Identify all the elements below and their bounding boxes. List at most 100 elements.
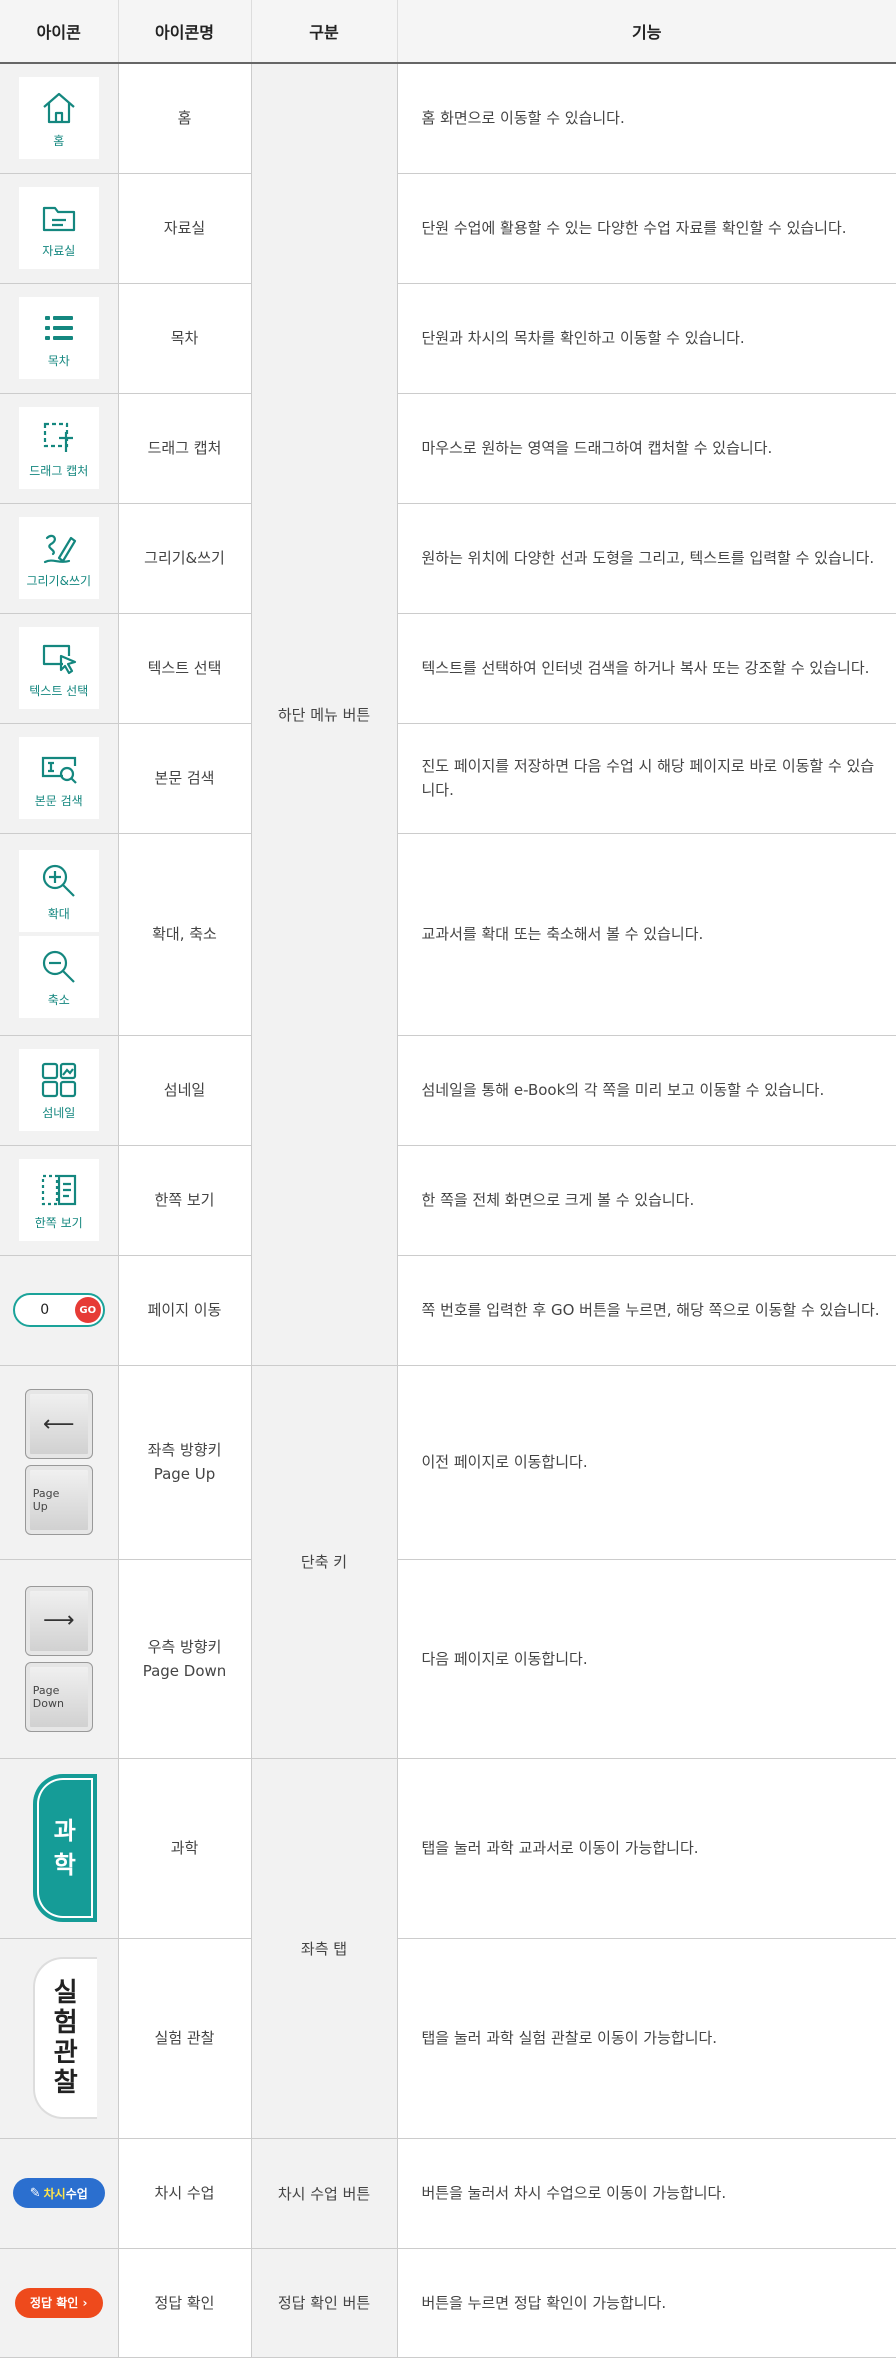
- function-desc: 원하는 위치에 다양한 선과 도형을 그리고, 텍스트를 입력할 수 있습니다.: [396, 503, 896, 614]
- icon-name: 목차: [117, 283, 251, 394]
- icon-caption: 목차: [47, 353, 70, 368]
- function-desc: 단원 수업에 활용할 수 있는 다양한 수업 자료를 확인할 수 있습니다.: [396, 173, 896, 284]
- lesson-button[interactable]: ✎ 차시 수업: [12, 2178, 105, 2208]
- header-icon: 아이콘: [0, 0, 118, 64]
- zoom-in-icon: [42, 864, 75, 897]
- zoom-out-icon: [42, 950, 75, 983]
- function-desc: 진도 페이지를 저장하면 다음 수업 시 해당 페이지로 바로 이동할 수 있습…: [396, 723, 896, 834]
- experiment-tab[interactable]: 실험관찰: [32, 1957, 97, 2119]
- icon-reference-table: 아이콘 아이콘명 구분 기능 홈 홈 하단 메뉴 버튼 홈 화면으로 이동할 수…: [0, 0, 896, 2358]
- header-function: 기능: [396, 0, 896, 64]
- archive-button[interactable]: 자료실: [18, 187, 99, 269]
- category-lesson: 차시 수업 버튼: [250, 2138, 397, 2249]
- table-row: 정답 확인 › 정답 확인 정답 확인 버튼 버튼을 누르면 정답 확인이 가능…: [0, 2248, 896, 2358]
- icon-name: 과학: [117, 1758, 251, 1939]
- function-desc: 이전 페이지로 이동합니다.: [396, 1365, 896, 1560]
- zoom-in-button[interactable]: 확대: [18, 850, 99, 932]
- table-row: 본문 검색 본문 검색 진도 페이지를 저장하면 다음 수업 시 해당 페이지로…: [0, 723, 896, 834]
- table-row: 한쪽 보기 한쪽 보기 한 쪽을 전체 화면으로 크게 볼 수 있습니다.: [0, 1145, 896, 1256]
- thumbnail-icon: [41, 1062, 76, 1097]
- table-row: 목차 목차 단원과 차시의 목차를 확인하고 이동할 수 있습니다.: [0, 283, 896, 394]
- icon-name-sub: Page Down: [142, 1661, 227, 1680]
- icon-name: 한쪽 보기: [117, 1145, 251, 1256]
- function-desc: 한 쪽을 전체 화면으로 크게 볼 수 있습니다.: [396, 1145, 896, 1256]
- icon-caption: 섬네일: [42, 1105, 76, 1120]
- icon-name: 우측 방향키: [147, 1637, 222, 1656]
- table-row: 실험관찰 실험 관찰 탭을 눌러 과학 실험 관찰로 이동이 가능합니다.: [0, 1938, 896, 2139]
- icon-caption: 본문 검색: [34, 793, 83, 808]
- category-shortcut: 단축 키: [250, 1365, 397, 1759]
- icon-caption: 텍스트 선택: [29, 683, 89, 698]
- chevron-right-icon: ›: [82, 2295, 88, 2310]
- icon-name: 정답 확인: [117, 2248, 251, 2358]
- list-icon: [44, 315, 73, 340]
- table-row: 드래그 캡처 드래그 캡처 마우스로 원하는 영역을 드래그하여 캡처할 수 있…: [0, 393, 896, 504]
- function-desc: 탭을 눌러 과학 실험 관찰로 이동이 가능합니다.: [396, 1938, 896, 2139]
- table-row: ✎ 차시 수업 차시 수업 차시 수업 버튼 버튼을 눌러서 차시 수업으로 이동…: [0, 2138, 896, 2249]
- edit-icon: ✎: [29, 2185, 41, 2201]
- icon-caption: 확대: [47, 906, 70, 921]
- search-text-icon: [41, 756, 77, 784]
- function-desc: 홈 화면으로 이동할 수 있습니다.: [396, 63, 896, 174]
- toc-button[interactable]: 목차: [18, 297, 99, 379]
- draw-icon: [43, 534, 76, 563]
- category-left-tab: 좌측 탭: [250, 1758, 397, 2139]
- right-arrow-key: ⟶: [24, 1585, 93, 1656]
- category-bottom-menu: 하단 메뉴 버튼: [250, 63, 397, 1366]
- body-search-button[interactable]: 본문 검색: [18, 737, 99, 819]
- table-row: 홈 홈 하단 메뉴 버튼 홈 화면으로 이동할 수 있습니다.: [0, 63, 896, 1366]
- header-row: 아이콘 아이콘명 구분 기능: [0, 0, 896, 64]
- icon-name: 텍스트 선택: [117, 613, 251, 724]
- crop-icon: [43, 422, 73, 452]
- draw-write-button[interactable]: 그리기&쓰기: [18, 517, 99, 599]
- category-answer: 정답 확인 버튼: [250, 2248, 397, 2358]
- drag-capture-button[interactable]: 드래그 캡처: [18, 407, 99, 489]
- zoom-out-button[interactable]: 축소: [18, 936, 99, 1018]
- icon-name: 차시 수업: [117, 2138, 251, 2249]
- home-button[interactable]: 홈: [18, 77, 99, 160]
- single-page-icon: [41, 1174, 76, 1205]
- icon-name: 본문 검색: [117, 723, 251, 834]
- single-page-button[interactable]: 한쪽 보기: [18, 1159, 99, 1241]
- page-up-key: Page Up: [24, 1465, 93, 1535]
- function-desc: 섬네일을 통해 e-Book의 각 쪽을 미리 보고 이동할 수 있습니다.: [396, 1035, 896, 1146]
- go-button[interactable]: GO: [74, 1297, 101, 1323]
- function-desc: 버튼을 누르면 정답 확인이 가능합니다.: [396, 2248, 896, 2358]
- icon-caption: 그리기&쓰기: [26, 573, 92, 588]
- folder-icon: [42, 206, 75, 231]
- icon-caption: 자료실: [42, 243, 76, 258]
- function-desc: 버튼을 눌러서 차시 수업으로 이동이 가능합니다.: [396, 2138, 896, 2249]
- function-desc: 탭을 눌러 과학 교과서로 이동이 가능합니다.: [396, 1758, 896, 1939]
- table-row: 확대 축소 확대, 축소 교과서를 확대 또는 축소해서 볼 수 있습니다.: [0, 833, 896, 1036]
- icon-name: 실험 관찰: [117, 1938, 251, 2139]
- table-row: ⟶ Page Down 우측 방향키 Page Down 다음 페이지로 이동합니다…: [0, 1559, 896, 1759]
- table-row: 0 GO 페이지 이동 쪽 번호를 입력한 후 GO 버튼을 누르면, 해당 쪽…: [0, 1255, 896, 1366]
- function-desc: 단원과 차시의 목차를 확인하고 이동할 수 있습니다.: [396, 283, 896, 394]
- function-desc: 쪽 번호를 입력한 후 GO 버튼을 누르면, 해당 쪽으로 이동할 수 있습니…: [396, 1255, 896, 1366]
- function-desc: 교과서를 확대 또는 축소해서 볼 수 있습니다.: [396, 833, 896, 1036]
- home-icon: [43, 92, 75, 123]
- table-row: 텍스트 선택 텍스트 선택 텍스트를 선택하여 인터넷 검색을 하거나 복사 또…: [0, 613, 896, 724]
- page-navigator: 0 GO: [12, 1293, 105, 1327]
- thumbnail-button[interactable]: 섬네일: [18, 1049, 99, 1131]
- table-row: 그리기&쓰기 그리기&쓰기 원하는 위치에 다양한 선과 도형을 그리고, 텍스…: [0, 503, 896, 614]
- science-tab[interactable]: 과학: [32, 1774, 97, 1922]
- icon-name: 홈: [117, 63, 251, 174]
- left-arrow-key: ⟵: [24, 1389, 93, 1459]
- right-arrow-icon: ⟶: [42, 1608, 75, 1633]
- answer-check-button[interactable]: 정답 확인 ›: [14, 2287, 103, 2318]
- table-row: 섬네일 섬네일 섬네일을 통해 e-Book의 각 쪽을 미리 보고 이동할 수…: [0, 1035, 896, 1146]
- page-down-key: Page Down: [24, 1661, 93, 1732]
- function-desc: 마우스로 원하는 영역을 드래그하여 캡처할 수 있습니다.: [396, 393, 896, 504]
- table-row: ⟵ Page Up 좌측 방향키 Page Up 단축 키 이전 페이지로 이동합니…: [0, 1365, 896, 1759]
- icon-name-sub: Page Up: [153, 1465, 216, 1483]
- icon-name: 페이지 이동: [117, 1255, 251, 1366]
- icon-caption: 축소: [47, 992, 70, 1007]
- left-arrow-icon: ⟵: [42, 1411, 75, 1437]
- text-select-icon: [42, 644, 76, 674]
- icon-name: 드래그 캡처: [117, 393, 251, 504]
- text-select-button[interactable]: 텍스트 선택: [18, 627, 99, 709]
- icon-name: 섬네일: [117, 1035, 251, 1146]
- page-number-input[interactable]: 0: [15, 1302, 75, 1318]
- header-category: 구분: [250, 0, 397, 64]
